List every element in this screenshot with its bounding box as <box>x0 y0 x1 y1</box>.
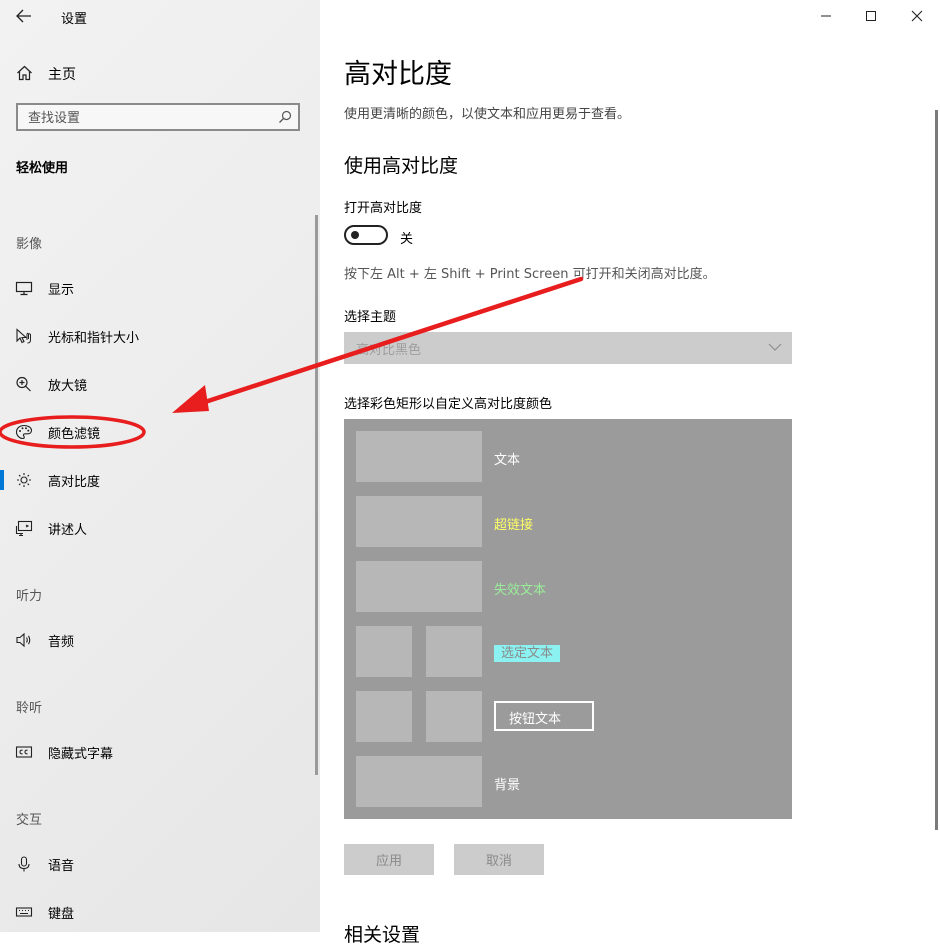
minimize-icon <box>821 15 831 17</box>
section-header-interaction: 交互 <box>16 813 43 828</box>
label-disabled-text: 失效文本 <box>494 583 547 598</box>
close-button[interactable] <box>894 0 940 32</box>
sidebar-item-magnifier[interactable]: 放大镜 <box>0 367 318 401</box>
label-selected-text: 选定文本 <box>494 645 561 662</box>
swatch-text[interactable] <box>356 431 482 482</box>
sidebar-item-label: 音频 <box>48 635 75 650</box>
section-title: 使用高对比度 <box>344 155 459 177</box>
section-header-listen: 聆听 <box>16 701 43 716</box>
cursor-icon <box>16 328 31 344</box>
magnifier-icon <box>16 376 31 392</box>
sidebar-item-label: 讲述人 <box>48 523 88 538</box>
sidebar-item-label: 显示 <box>48 283 75 298</box>
theme-dropdown[interactable]: 高对比黑色 <box>344 332 792 364</box>
back-button[interactable] <box>10 4 38 28</box>
sidebar-item-label: 键盘 <box>48 907 75 922</box>
home-icon <box>17 65 32 81</box>
high-contrast-toggle[interactable] <box>344 225 388 245</box>
sidebar-item-label: 光标和指针大小 <box>48 331 140 346</box>
palette-icon <box>15 424 33 440</box>
search-box <box>16 103 300 131</box>
sidebar: 设置 主页 轻松使用 影像 显示 光标和指针大小 放大镜 <box>0 0 320 932</box>
sidebar-item-label: 语音 <box>48 859 75 874</box>
label-hyperlink: 超链接 <box>494 518 534 533</box>
swatch-hyperlink[interactable] <box>356 496 482 547</box>
label-background: 背景 <box>494 778 521 793</box>
sidebar-item-label: 颜色滤镜 <box>48 427 101 442</box>
page-description: 使用更清晰的颜色，以使文本和应用更易于查看。 <box>344 107 631 122</box>
search-icon[interactable] <box>278 110 292 124</box>
maximize-icon <box>866 11 876 21</box>
search-input[interactable] <box>26 108 270 128</box>
close-icon <box>911 10 923 22</box>
color-preview-panel: 文本 超链接 失效文本 选定文本 按钮文本 背景 <box>344 419 792 819</box>
sidebar-item-display[interactable]: 显示 <box>0 271 318 305</box>
speaker-icon <box>16 632 31 648</box>
narrator-icon <box>15 520 33 536</box>
sidebar-item-narrator[interactable]: 讲述人 <box>0 511 318 545</box>
closed-captions-icon <box>15 746 33 758</box>
sidebar-item-captions[interactable]: 隐藏式字幕 <box>0 735 318 769</box>
toggle-label: 打开高对比度 <box>344 201 423 216</box>
sidebar-item-audio[interactable]: 音频 <box>0 623 318 657</box>
sidebar-item-color-filters[interactable]: 颜色滤镜 <box>0 415 318 449</box>
section-header-vision: 影像 <box>16 237 43 252</box>
swatch-disabled-text[interactable] <box>356 561 482 612</box>
apply-button[interactable]: 应用 <box>344 844 434 875</box>
swatch-button-fg[interactable] <box>426 691 482 742</box>
swatch-button-bg[interactable] <box>356 691 412 742</box>
chevron-down-icon <box>768 343 782 351</box>
microphone-icon <box>18 856 30 872</box>
shortcut-hint: 按下左 Alt + 左 Shift + Print Screen 可打开和关闭高… <box>344 267 716 282</box>
sidebar-item-cursor[interactable]: 光标和指针大小 <box>0 319 318 353</box>
label-text: 文本 <box>494 453 521 468</box>
swatch-background[interactable] <box>356 756 482 807</box>
sidebar-item-keyboard[interactable]: 键盘 <box>0 895 318 929</box>
toggle-state-text: 关 <box>400 232 414 247</box>
sidebar-item-speech[interactable]: 语音 <box>0 847 318 881</box>
label-button-text: 按钮文本 <box>494 701 594 731</box>
keyboard-icon <box>15 907 33 917</box>
sidebar-scrollbar[interactable] <box>315 215 318 775</box>
minimize-button[interactable] <box>803 0 849 32</box>
back-arrow-icon <box>16 9 31 23</box>
swatch-selected-text-bg[interactable] <box>356 626 412 677</box>
theme-label: 选择主题 <box>344 310 397 325</box>
swatch-selected-text-fg[interactable] <box>426 626 482 677</box>
sidebar-item-home[interactable]: 主页 <box>0 58 320 88</box>
monitor-icon <box>15 281 33 296</box>
brightness-icon <box>17 473 31 487</box>
theme-dropdown-value: 高对比黑色 <box>356 343 422 358</box>
main-scrollbar[interactable] <box>935 110 938 830</box>
sidebar-item-label: 放大镜 <box>48 379 88 394</box>
sidebar-item-label: 隐藏式字幕 <box>48 747 114 762</box>
sidebar-item-label: 主页 <box>48 67 76 83</box>
section-header-hearing: 听力 <box>16 589 43 604</box>
sidebar-item-label: 高对比度 <box>48 475 101 490</box>
toggle-knob <box>351 231 359 239</box>
colors-label: 选择彩色矩形以自定义高对比度颜色 <box>344 397 553 412</box>
maximize-button[interactable] <box>848 0 894 32</box>
sidebar-item-high-contrast[interactable]: 高对比度 <box>0 463 318 497</box>
cancel-button[interactable]: 取消 <box>454 844 544 875</box>
category-title: 轻松使用 <box>16 161 69 176</box>
app-title: 设置 <box>61 12 88 27</box>
related-settings-title: 相关设置 <box>344 924 421 946</box>
page-title: 高对比度 <box>344 59 452 90</box>
